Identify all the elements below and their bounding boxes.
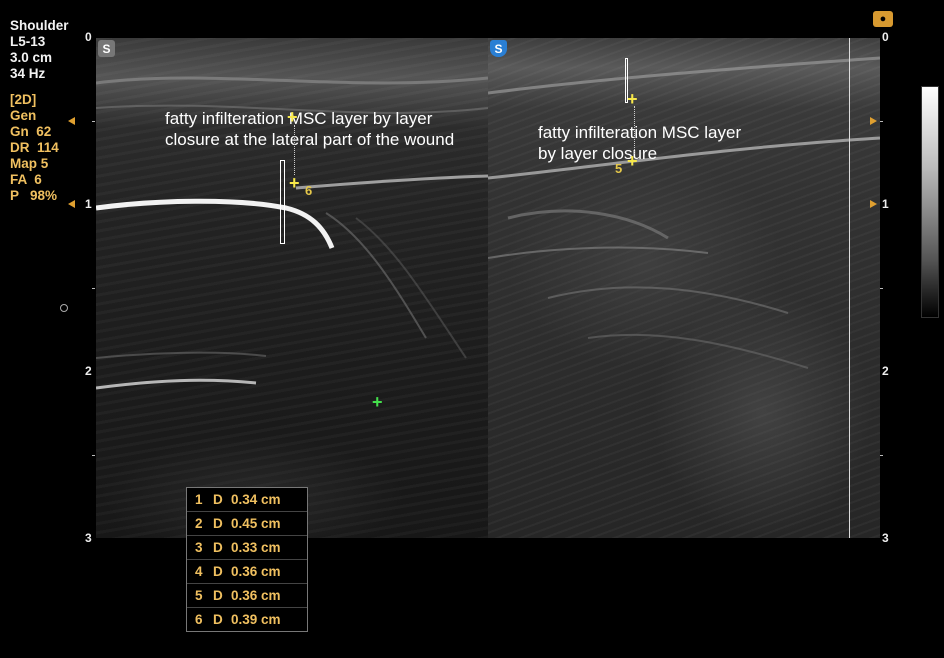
scale-right-3: 3 xyxy=(882,531,889,545)
depth-label: 3.0 cm xyxy=(10,50,53,65)
tick xyxy=(92,288,95,289)
tick xyxy=(880,455,883,456)
tick xyxy=(92,455,95,456)
measurement-row: 5 D 0.36 cm xyxy=(187,584,307,608)
focus-indicator-icon xyxy=(60,304,68,312)
scale-left-0: 0 xyxy=(85,30,92,44)
focus-marker-icon xyxy=(68,200,75,208)
measurement-row: 6 D 0.39 cm xyxy=(195,612,281,627)
scale-right-2: 2 xyxy=(882,364,889,378)
scale-left-1: 1 xyxy=(85,197,92,211)
caliper-crosshair-icon[interactable]: + xyxy=(627,152,638,170)
tick xyxy=(880,288,883,289)
scale-right-0: 0 xyxy=(882,30,889,44)
caliper-line xyxy=(634,106,636,154)
right-border-line xyxy=(849,38,850,538)
scale-right-1: 1 xyxy=(882,197,889,211)
orientation-marker-right: S xyxy=(490,40,507,57)
mode-label: [2D] xyxy=(10,92,37,107)
tick xyxy=(880,121,883,122)
scale-left-2: 2 xyxy=(85,364,92,378)
tissue-layers-right xyxy=(488,56,880,369)
dynamic-range-label: DR 114 xyxy=(10,140,59,155)
caliper-crosshair-icon[interactable]: + xyxy=(289,174,300,192)
preset-label: Shoulder xyxy=(10,18,69,33)
map-label: Map 5 xyxy=(10,156,49,171)
focus-marker-icon xyxy=(870,117,877,125)
ultrasound-image-right xyxy=(488,38,880,538)
caliper-label-left: 6 xyxy=(305,183,313,198)
caliper-line xyxy=(294,125,296,175)
fa-label: FA 6 xyxy=(10,172,42,187)
gain-label: Gn 62 xyxy=(10,124,52,139)
framerate-label: 34 Hz xyxy=(10,66,46,81)
scale-left-3: 3 xyxy=(85,531,92,545)
measurement-row: 1 D 0.34 cm xyxy=(187,488,307,512)
annotation-left: fatty infilteration MSC layer by layer c… xyxy=(165,109,455,149)
crosshair-icon[interactable]: + xyxy=(372,392,383,413)
measurement-table: 1 D 0.34 cm 2 D 0.45 cm 3 D 0.33 cm 4 D 0.36 cm … xyxy=(186,487,308,632)
power-label: P 98% xyxy=(10,188,58,203)
caliper-crosshair-icon[interactable]: + xyxy=(287,108,298,126)
orientation-marker-left: S xyxy=(98,40,115,57)
tick xyxy=(92,121,95,122)
caliper-label-right: 5 xyxy=(615,161,623,176)
probe-label: L5-13 xyxy=(10,34,46,49)
focus-marker-icon xyxy=(870,200,877,208)
focus-marker-icon xyxy=(68,117,75,125)
gen-label: Gen xyxy=(10,108,37,123)
info-panel: Shoulder L5-13 3.0 cm 34 Hz [2D] Gen Gn … xyxy=(10,18,69,204)
caliper-bar-left xyxy=(280,160,285,244)
measurement-row: 3 D 0.33 cm xyxy=(187,536,307,560)
grayscale-bar xyxy=(921,86,939,318)
probe-icon[interactable]: ● xyxy=(873,11,893,27)
measurement-row: 4 D 0.36 cm xyxy=(187,560,307,584)
annotation-right: fatty infilteration MSC layer by layer c… xyxy=(538,123,742,163)
measurement-row: 2 D 0.45 cm xyxy=(187,512,307,536)
